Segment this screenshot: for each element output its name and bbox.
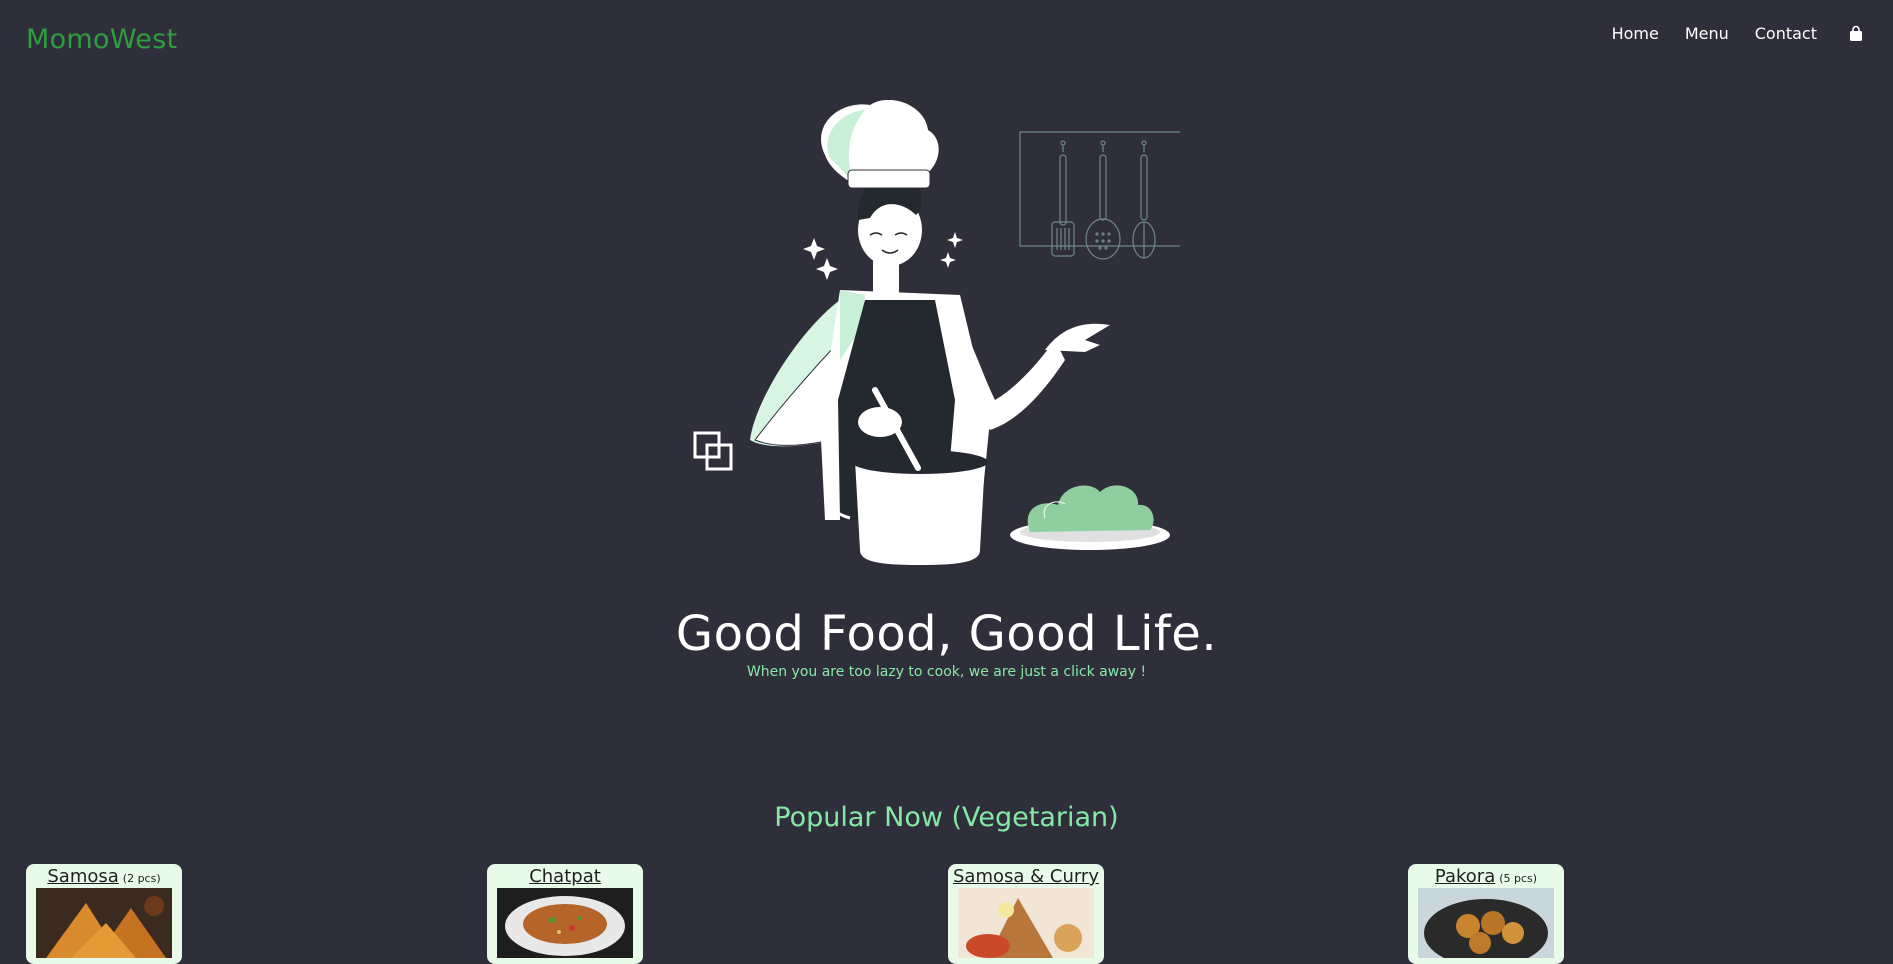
card-header: Samosa & Curry — [948, 866, 1104, 887]
card-header: Chatpat — [487, 866, 643, 887]
menu-card-samosa[interactable]: Samosa (2 pcs) — [26, 864, 182, 964]
samosa-image — [36, 888, 172, 958]
cart-bag-icon[interactable] — [1847, 25, 1865, 43]
menu-card-chatpat[interactable]: Chatpat — [487, 864, 643, 964]
chef-cooking-illustration — [690, 99, 1187, 565]
overlapping-squares-icon — [693, 431, 733, 471]
hero-subtitle: When you are too lazy to cook, we are ju… — [746, 664, 1147, 680]
hero-title: Good Food, Good Life. — [675, 606, 1218, 662]
card-title[interactable]: Samosa — [47, 866, 118, 887]
card-quantity: (5 pcs) — [1499, 872, 1538, 885]
nav-contact-link[interactable]: Contact — [1755, 24, 1817, 43]
card-header: Samosa (2 pcs) — [26, 866, 182, 887]
nav-links: Home Menu Contact — [1612, 24, 1865, 43]
nav-home-link[interactable]: Home — [1612, 24, 1659, 43]
menu-card-samosa-curry[interactable]: Samosa & Curry — [948, 864, 1104, 964]
popular-section-title: Popular Now (Vegetarian) — [774, 802, 1119, 833]
pakora-image — [1418, 888, 1554, 964]
nav-menu-link[interactable]: Menu — [1685, 24, 1729, 43]
salad-plate-icon — [1010, 485, 1170, 550]
card-quantity: (2 pcs) — [122, 872, 161, 885]
menu-card-pakora[interactable]: Pakora (5 pcs) — [1408, 864, 1564, 964]
samosa-curry-image — [958, 888, 1094, 958]
chatpat-image — [497, 888, 633, 958]
navbar: MomoWest Home Menu Contact — [0, 0, 1893, 80]
utensil-rack-icon — [1019, 131, 1187, 260]
card-title[interactable]: Samosa & Curry — [953, 866, 1099, 887]
card-title[interactable]: Chatpat — [529, 866, 601, 887]
card-title[interactable]: Pakora — [1435, 866, 1495, 887]
card-header: Pakora (5 pcs) — [1408, 866, 1564, 887]
chef-figure — [750, 99, 1110, 565]
brand-logo[interactable]: MomoWest — [26, 24, 177, 55]
